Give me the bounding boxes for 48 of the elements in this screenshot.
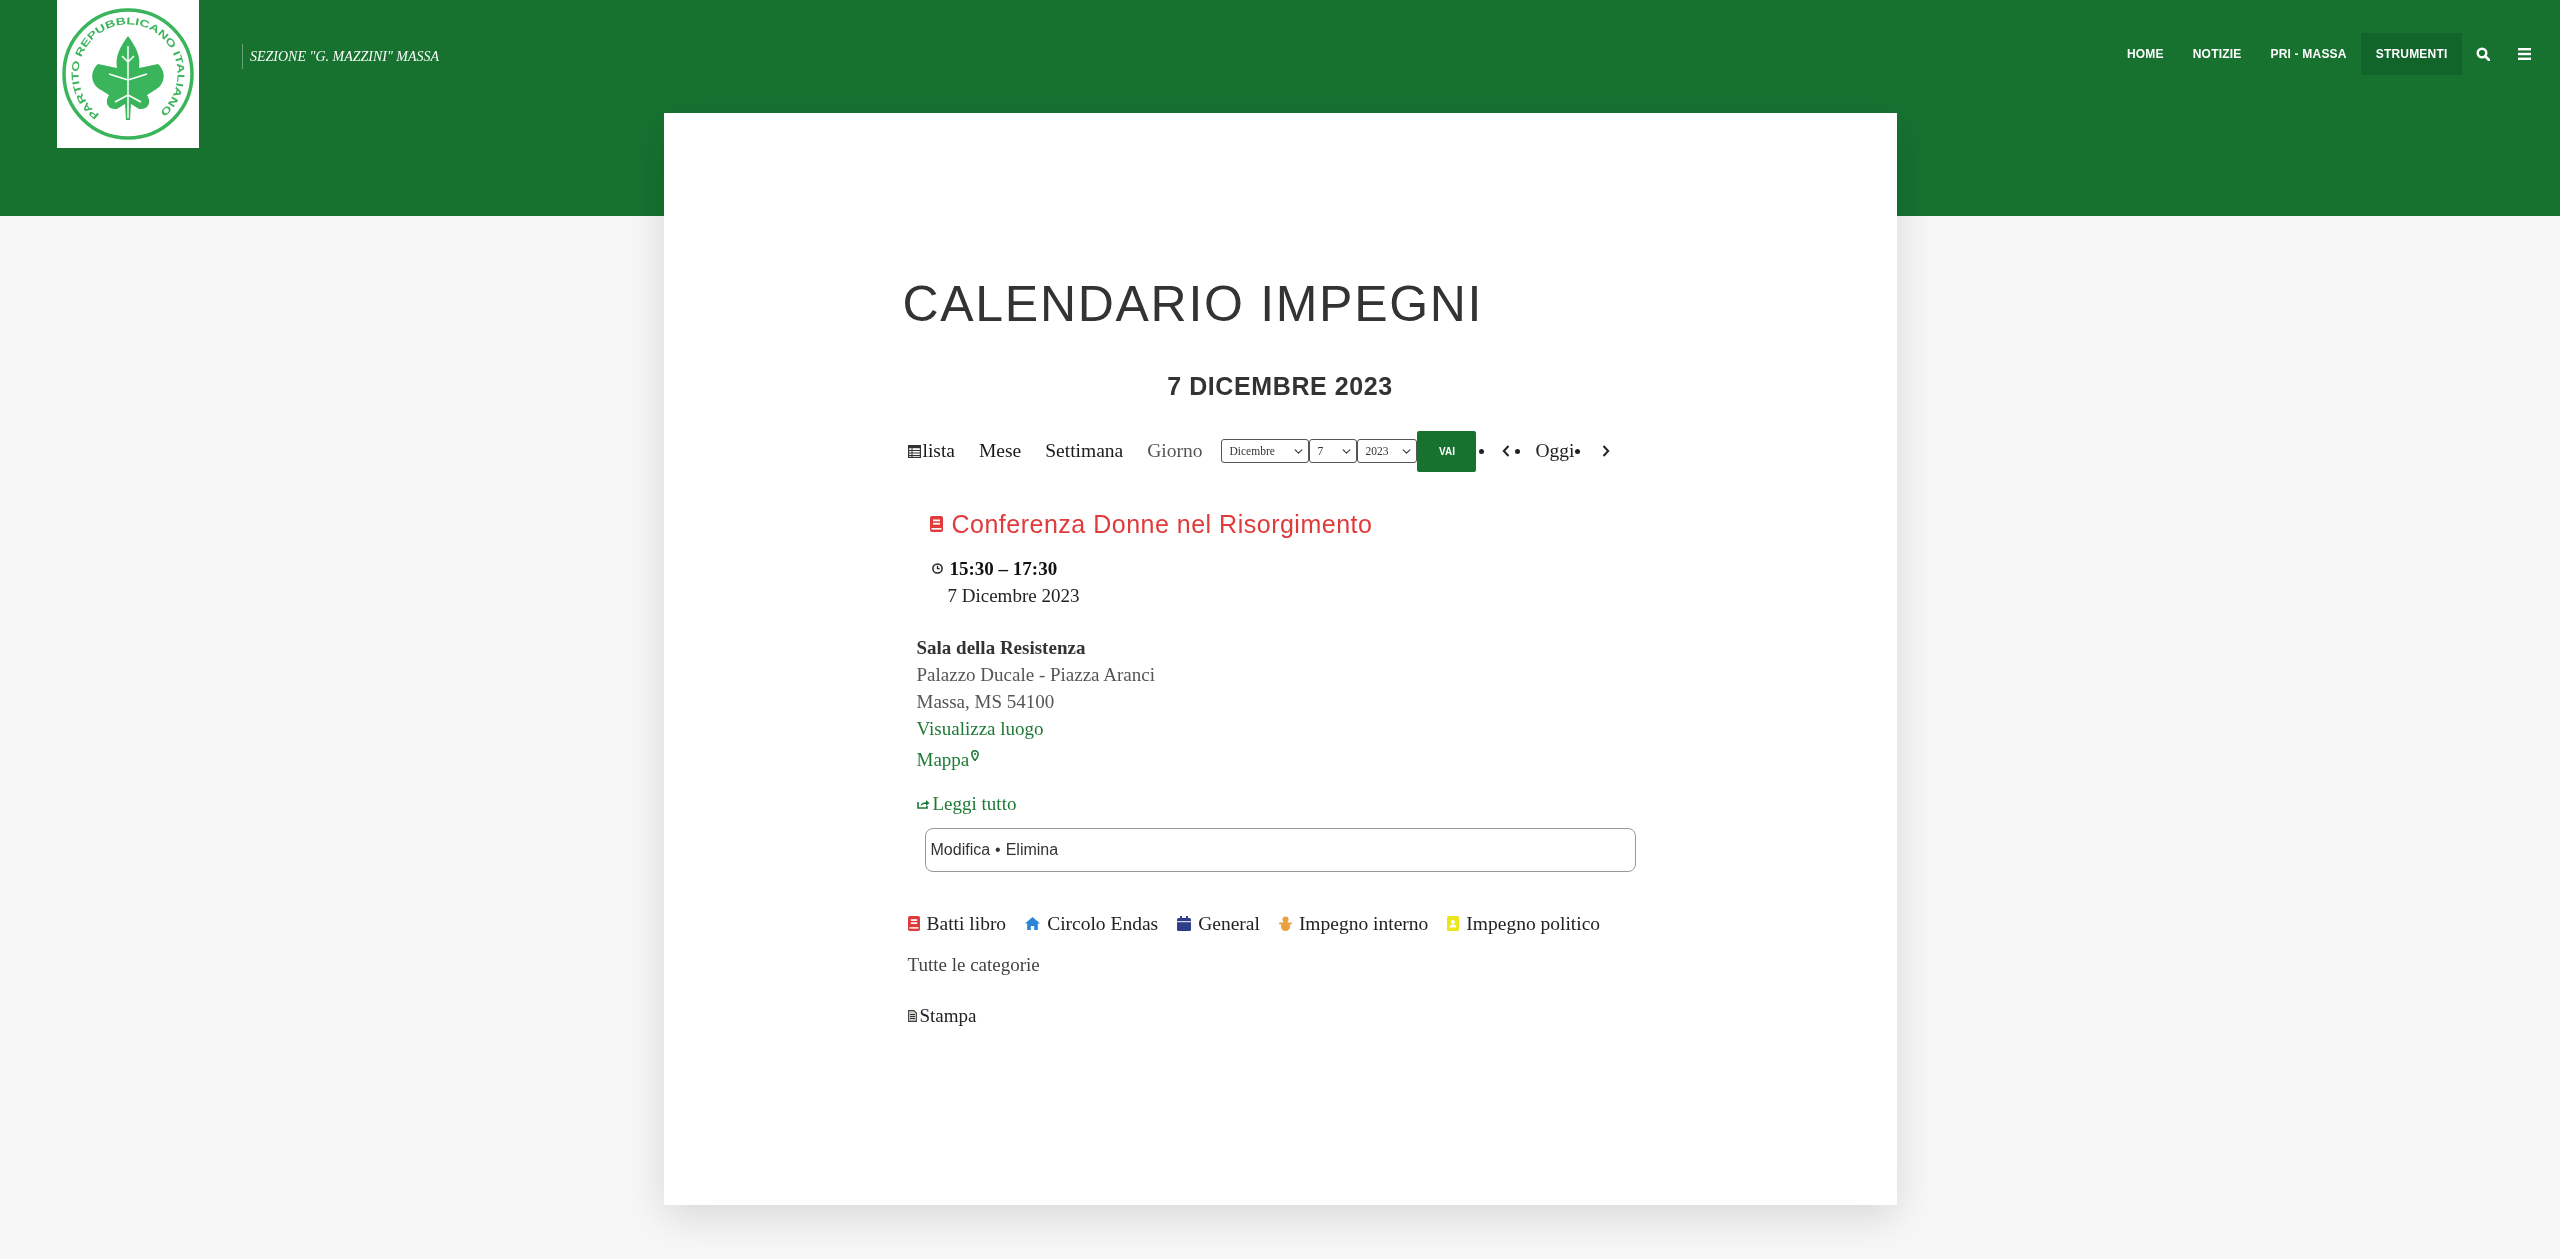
bullet-icon <box>1479 448 1485 454</box>
next-chevron-icon[interactable] <box>1602 445 1611 457</box>
street-address: Palazzo Ducale - Piazza Aranci <box>916 664 1155 685</box>
previous-chevron-icon[interactable] <box>1502 445 1511 457</box>
year-select[interactable]: 2023 <box>1357 439 1418 463</box>
category-link[interactable]: Batti libro <box>907 910 1007 937</box>
venue-name: Sala della Resistenza <box>916 637 1086 658</box>
nav-link[interactable]: STRUMENTI <box>2361 33 2462 75</box>
category-link[interactable]: Impegno interno <box>1278 910 1429 937</box>
day-select[interactable]: 7 <box>1309 439 1358 463</box>
menu-icon[interactable] <box>2518 48 2531 60</box>
print-link[interactable]: Stampa <box>902 1002 977 1029</box>
city-address: Massa, MS 54100 <box>916 691 1055 712</box>
month-select[interactable]: Dicembre <box>1221 439 1310 463</box>
event-time: 15:30 – 17:30 <box>949 557 1058 581</box>
nav-link[interactable]: NOTIZIE <box>2178 33 2256 75</box>
date-heading: 7 DICEMBRE 2023 <box>1166 371 1394 402</box>
category-link[interactable]: Circolo Endas <box>1025 910 1159 937</box>
event-title-link[interactable]: Conferenza Donne nel Risorgimento <box>951 507 1373 541</box>
view-venue-link[interactable]: Visualizza luogo <box>916 718 1044 739</box>
go-button[interactable]: VAI <box>1417 430 1477 472</box>
view-link[interactable]: Mese <box>979 436 1022 466</box>
category-link[interactable]: Impegno politico <box>1447 910 1601 937</box>
nav-link[interactable]: PRI - MASSA <box>2256 33 2362 75</box>
site-title: SEZIONE "G. MAZZINI" MASSA <box>250 47 440 66</box>
bullet-icon <box>1515 448 1521 454</box>
clock-icon <box>931 563 943 574</box>
link-separator: • <box>995 840 1001 860</box>
edit-link[interactable]: Modifica <box>930 838 991 862</box>
view-link[interactable]: lista <box>907 436 955 466</box>
map-pin-icon <box>971 750 980 761</box>
nav-link[interactable]: HOME <box>2112 33 2179 75</box>
view-link[interactable]: Settimana <box>1045 436 1124 466</box>
event-date: 7 Dicembre 2023 <box>946 585 1080 606</box>
page-title: CALENDARIO IMPEGNI <box>902 275 1485 334</box>
bullet-icon <box>1575 448 1581 454</box>
all-categories-link[interactable]: Tutte le categorie <box>902 951 1040 978</box>
search-icon[interactable] <box>2476 47 2490 61</box>
list-icon <box>907 444 921 458</box>
share-box-icon <box>916 798 930 809</box>
category-link[interactable]: General <box>1177 910 1260 937</box>
view-link[interactable]: Giorno <box>1147 436 1203 466</box>
book-icon <box>929 516 943 532</box>
read-more-link[interactable]: Leggi tutto <box>932 790 1017 817</box>
delete-link[interactable]: Elimina <box>1005 838 1059 862</box>
document-icon <box>907 1009 917 1022</box>
map-link[interactable]: Mappa <box>916 746 970 773</box>
today-link[interactable]: Oggi <box>1535 436 1575 466</box>
